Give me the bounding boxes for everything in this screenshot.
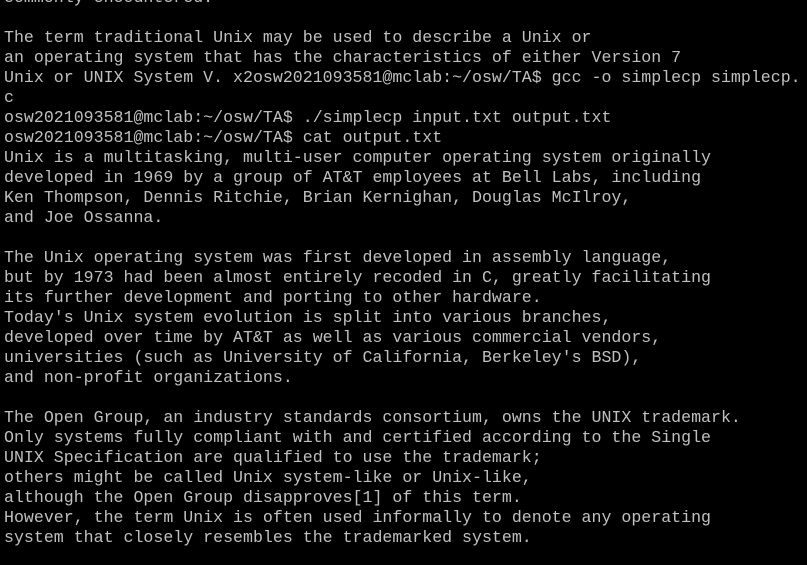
terminal-line: although the Open Group disapproves[1] o… xyxy=(4,488,522,507)
terminal-line: and Joe Ossanna. xyxy=(4,208,164,227)
terminal-line: universities (such as University of Cali… xyxy=(4,348,642,367)
terminal-line: an operating system that has the charact… xyxy=(4,48,682,67)
terminal-line: However, the term Unix is often used inf… xyxy=(4,508,712,527)
terminal-line: but by 1973 had been almost entirely rec… xyxy=(4,268,712,287)
terminal-line: The Open Group, an industry standards co… xyxy=(4,408,741,427)
terminal-line: The Unix operating system was first deve… xyxy=(4,248,672,267)
terminal-line: Unix is a multitasking, multi-user compu… xyxy=(4,148,712,167)
terminal-line: its further development and porting to o… xyxy=(4,288,542,307)
terminal-line: Only systems fully compliant with and ce… xyxy=(4,428,712,447)
terminal-line: UNIX Specification are qualified to use … xyxy=(4,448,542,467)
terminal-line: Unix or UNIX System V. x2osw2021093581@m… xyxy=(4,68,801,87)
terminal-line: developed in 1969 by a group of AT&T emp… xyxy=(4,168,702,187)
terminal-line: others might be called Unix system-like … xyxy=(4,468,532,487)
terminal-line: osw2021093581@mclab:~/osw/TA$ cat output… xyxy=(4,128,443,147)
terminal-line: and non-profit organizations. xyxy=(4,368,293,387)
terminal-line: Ken Thompson, Dennis Ritchie, Brian Kern… xyxy=(4,188,632,207)
terminal-line: The term traditional Unix may be used to… xyxy=(4,28,592,47)
terminal-line: Today's Unix system evolution is split i… xyxy=(4,308,612,327)
terminal-line: c xyxy=(4,88,14,107)
terminal-line: system that closely resembles the tradem… xyxy=(4,528,532,547)
terminal-line: commonly encountered. xyxy=(0,0,807,8)
terminal-line: osw2021093581@mclab:~/osw/TA$ ./simplecp… xyxy=(4,108,612,127)
terminal-line: developed over time by AT&T as well as v… xyxy=(4,328,662,347)
terminal-output[interactable]: commonly encountered. The term tradition… xyxy=(0,0,807,565)
